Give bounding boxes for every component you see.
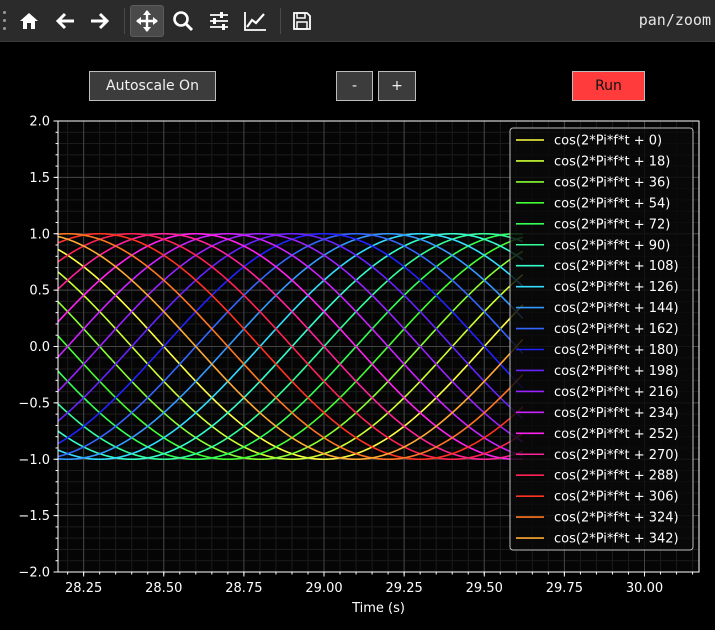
- legend-entry: cos(2*Pi*f*t + 270): [554, 448, 679, 463]
- legend-entry: cos(2*Pi*f*t + 108): [554, 259, 679, 274]
- y-tick-label: −1.0: [18, 453, 50, 468]
- x-tick-label: 28.25: [65, 581, 102, 596]
- legend-entry: cos(2*Pi*f*t + 72): [554, 217, 670, 232]
- chart-canvas[interactable]: 28.25 28.50 28.75 29.00 29.25 29.50 29.75 30.00…: [0, 0, 715, 630]
- legend-entry: cos(2*Pi*f*t + 252): [554, 427, 679, 442]
- y-tick-label: −0.5: [18, 396, 50, 411]
- legend-entry: cos(2*Pi*f*t + 90): [554, 238, 670, 253]
- y-tick-label: 1.0: [29, 227, 50, 242]
- x-axis-label: Time (s): [351, 601, 405, 616]
- legend-entry: cos(2*Pi*f*t + 36): [554, 175, 670, 190]
- y-tick-label: 0.5: [29, 284, 50, 299]
- x-tick-label: 29.75: [546, 581, 583, 596]
- legend-entry: cos(2*Pi*f*t + 180): [554, 343, 679, 358]
- legend-entry: cos(2*Pi*f*t + 234): [554, 406, 679, 421]
- y-tick-label: 0.0: [29, 340, 50, 355]
- y-tick-label: 2.0: [29, 115, 50, 130]
- legend-entry: cos(2*Pi*f*t + 216): [554, 385, 679, 400]
- x-tick-label: 28.75: [225, 581, 262, 596]
- legend-entry: cos(2*Pi*f*t + 0): [554, 134, 662, 149]
- x-tick-label: 29.25: [386, 581, 423, 596]
- legend-entry: cos(2*Pi*f*t + 324): [554, 511, 679, 526]
- x-tick-label: 29.00: [305, 581, 342, 596]
- legend-box: [509, 127, 694, 551]
- legend-entry: cos(2*Pi*f*t + 18): [554, 154, 670, 169]
- legend-entry: cos(2*Pi*f*t + 162): [554, 322, 679, 337]
- x-tick-label: 29.50: [466, 581, 503, 596]
- x-tick-label: 28.50: [145, 581, 182, 596]
- legend-entry: cos(2*Pi*f*t + 288): [554, 469, 679, 484]
- x-tick-label: 30.00: [626, 581, 663, 596]
- y-tick-label: −1.5: [18, 509, 50, 524]
- legend-entry: cos(2*Pi*f*t + 144): [554, 301, 679, 316]
- legend-entry: cos(2*Pi*f*t + 126): [554, 280, 679, 295]
- legend-entry: cos(2*Pi*f*t + 342): [554, 532, 679, 547]
- y-tick-label: 1.5: [29, 171, 50, 186]
- y-tick-label: −2.0: [18, 566, 50, 581]
- legend-entry: cos(2*Pi*f*t + 306): [554, 490, 679, 505]
- legend-entry: cos(2*Pi*f*t + 198): [554, 364, 679, 379]
- legend-entry: cos(2*Pi*f*t + 54): [554, 196, 670, 211]
